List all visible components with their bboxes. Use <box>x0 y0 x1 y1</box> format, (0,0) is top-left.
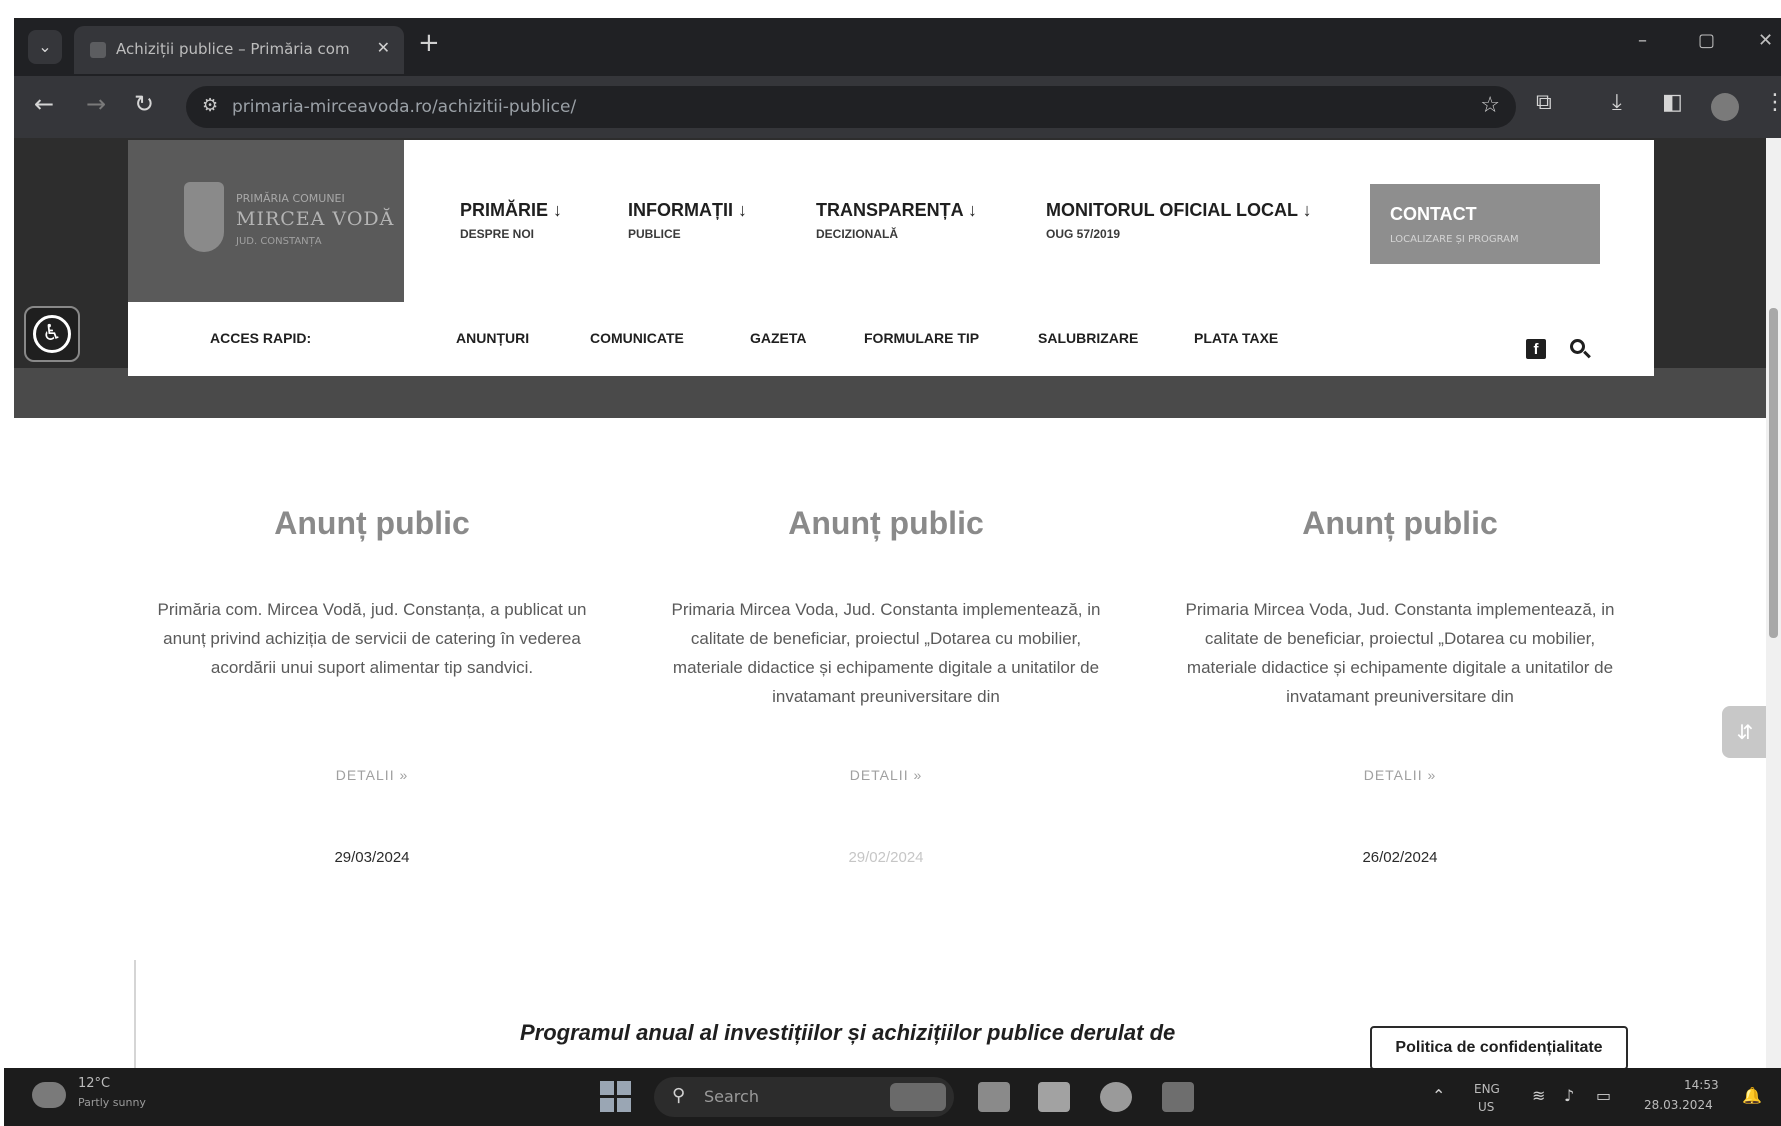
star-icon[interactable]: ☆ <box>1480 93 1500 118</box>
clock-time[interactable]: 14:53 <box>1684 1078 1719 1092</box>
new-tab-icon[interactable]: + <box>418 28 440 58</box>
contact-subtitle: LOCALIZARE ȘI PROGRAM <box>1390 234 1519 245</box>
start-windows-icon[interactable] <box>600 1081 632 1113</box>
floating-side-button[interactable]: ⇵ <box>1722 706 1768 758</box>
profile-avatar[interactable] <box>1711 93 1739 121</box>
contact-label: CONTACT <box>1390 204 1477 224</box>
quick-link-salubrizare[interactable]: SALUBRIZARE <box>1038 330 1138 346</box>
notification-bell-icon[interactable]: 🔔 <box>1742 1086 1762 1105</box>
privacy-policy-button[interactable]: Politica de confidențialitate <box>1370 1026 1628 1070</box>
battery-icon[interactable]: ▭ <box>1596 1086 1611 1105</box>
tab-close-icon[interactable]: ✕ <box>377 38 390 57</box>
app-icon[interactable] <box>1162 1082 1194 1112</box>
card-date: 29/02/2024 <box>848 849 924 866</box>
address-url[interactable]: primaria-mirceavoda.ro/achizitii-publice… <box>232 97 576 117</box>
menu-primarie[interactable]: PRIMĂRIE ↓ DESPRE NOI <box>460 200 562 241</box>
site-logo[interactable]: PRIMĂRIA COMUNEI MIRCEA VODĂ JUD. CONSTA… <box>128 140 404 302</box>
main-navigation: PRIMĂRIE ↓ DESPRE NOI INFORMAȚII ↓ PUBLI… <box>404 140 1654 302</box>
download-icon[interactable]: ⤓ <box>1612 90 1622 115</box>
menu-title: INFORMAȚII ↓ <box>628 200 747 220</box>
quick-access-label: ACCES RAPID: <box>210 330 312 346</box>
taskbar-search-box[interactable]: ⚲ Search <box>654 1077 954 1117</box>
taskview-icon[interactable] <box>978 1082 1010 1112</box>
facebook-icon[interactable]: f <box>1526 339 1546 359</box>
kebab-menu-icon[interactable]: ⋮ <box>1764 90 1781 115</box>
quick-link-comunicate[interactable]: COMUNICATE <box>590 330 684 346</box>
announcement-card: Anunț public Primăria com. Mircea Vodă, … <box>152 505 592 866</box>
quick-link-plata-taxe[interactable]: PLATA TAXE <box>1194 330 1278 346</box>
card-details-link[interactable]: DETALII » <box>152 767 592 783</box>
minimize-icon[interactable]: – <box>1638 30 1647 51</box>
forward-arrow-icon[interactable]: → <box>86 90 106 118</box>
card-excerpt: Primăria com. Mircea Vodă, jud. Constanț… <box>157 600 587 677</box>
browser-tab-active[interactable]: Achiziții publice – Primăria com ✕ <box>74 26 404 74</box>
search-icon: ⚲ <box>672 1085 686 1106</box>
quick-link-anunturi[interactable]: ANUNȚURI <box>456 330 529 346</box>
browser-tab-bar: ⌄ Achiziții publice – Primăria com ✕ + –… <box>14 18 1781 76</box>
extensions-icon[interactable]: ⧉ <box>1536 90 1552 115</box>
accessibility-icon: ♿ <box>33 315 71 353</box>
card-title[interactable]: Anunț public <box>152 505 592 565</box>
logo-line-1: PRIMĂRIA COMUNEI <box>236 192 345 205</box>
divider <box>134 960 136 1068</box>
side-panel-icon[interactable]: ◧ <box>1662 90 1683 115</box>
card-title[interactable]: Anunț public <box>1180 505 1620 565</box>
menu-title: PRIMĂRIE ↓ <box>460 200 563 220</box>
back-arrow-icon[interactable]: ← <box>34 90 54 118</box>
card-date: 29/03/2024 <box>334 849 410 866</box>
tab-title: Achiziții publice – Primăria com <box>116 40 350 58</box>
clock-date[interactable]: 28.03.2024 <box>1644 1098 1713 1112</box>
announcement-card: Anunț public Primaria Mircea Voda, Jud. … <box>1180 505 1620 866</box>
address-bar[interactable]: ⚙ primaria-mirceavoda.ro/achizitii-publi… <box>186 86 1516 128</box>
tray-chevron-icon[interactable]: ⌃ <box>1432 1086 1445 1105</box>
quick-access-bar: ACCES RAPID: ANUNȚURI COMUNICATE GAZETA … <box>128 302 1654 376</box>
wifi-icon[interactable]: ≋ <box>1532 1086 1545 1105</box>
language-indicator[interactable]: ENG <box>1474 1082 1500 1096</box>
logo-line-3: JUD. CONSTANȚA <box>236 236 322 247</box>
maximize-icon[interactable]: ▢ <box>1698 30 1715 51</box>
windows-taskbar: 12°C Partly sunny ⚲ Search ⌃ ENG US ≋ ♪ … <box>4 1068 1781 1126</box>
tab-favicon-icon <box>90 42 106 58</box>
menu-transparenta[interactable]: TRANSPARENȚA ↓ DECIZIONALĂ <box>816 200 977 241</box>
language-region[interactable]: US <box>1478 1100 1494 1114</box>
card-date: 26/02/2024 <box>1362 849 1438 866</box>
quick-link-formulare-tip[interactable]: FORMULARE TIP <box>864 330 979 346</box>
chrome-icon[interactable] <box>1100 1082 1132 1112</box>
taskbar-search-placeholder: Search <box>704 1087 759 1106</box>
menu-subtitle: DESPRE NOI <box>460 227 535 241</box>
speaker-icon[interactable]: ♪ <box>1564 1086 1574 1105</box>
search-highlight-icon <box>890 1083 946 1111</box>
program-heading: Programul anual al investițiilor și achi… <box>520 1020 1176 1045</box>
browser-toolbar: ← → ↻ ⚙ primaria-mirceavoda.ro/achizitii… <box>14 76 1781 138</box>
accessibility-button[interactable]: ♿ <box>24 306 80 362</box>
site-info-icon[interactable]: ⚙ <box>202 95 218 116</box>
tab-search-icon[interactable]: ⌄ <box>28 30 62 64</box>
menu-monitorul-oficial[interactable]: MONITORUL OFICIAL LOCAL ↓ OUG 57/2019 <box>1046 200 1312 241</box>
weather-cloud-icon[interactable] <box>32 1082 66 1108</box>
menu-title: MONITORUL OFICIAL LOCAL ↓ <box>1046 200 1312 220</box>
weather-temperature[interactable]: 12°C <box>78 1076 110 1091</box>
card-excerpt: Primaria Mircea Voda, Jud. Constanta imp… <box>1185 600 1615 706</box>
announcement-card: Anunț public Primaria Mircea Voda, Jud. … <box>666 505 1106 866</box>
menu-informatii[interactable]: INFORMAȚII ↓ PUBLICE <box>628 200 747 241</box>
card-excerpt: Primaria Mircea Voda, Jud. Constanta imp… <box>671 600 1101 706</box>
menu-title: TRANSPARENȚA ↓ <box>816 200 977 220</box>
menu-subtitle: DECIZIONALĂ <box>816 227 898 241</box>
card-details-link[interactable]: DETALII » <box>666 767 1106 783</box>
card-title[interactable]: Anunț public <box>666 505 1106 565</box>
card-details-link[interactable]: DETALII » <box>1180 767 1620 783</box>
menu-subtitle: OUG 57/2019 <box>1046 227 1121 241</box>
close-window-icon[interactable]: ✕ <box>1758 30 1773 51</box>
weather-description[interactable]: Partly sunny <box>78 1096 146 1109</box>
reload-icon[interactable]: ↻ <box>134 90 154 118</box>
quick-link-gazeta[interactable]: GAZETA <box>750 330 807 346</box>
scrollbar-thumb[interactable] <box>1769 308 1778 638</box>
contact-button[interactable]: CONTACT LOCALIZARE ȘI PROGRAM <box>1370 184 1600 264</box>
page-scrollbar[interactable] <box>1766 138 1781 1068</box>
logo-line-2: MIRCEA VODĂ <box>236 208 395 230</box>
coat-of-arms-icon <box>184 182 224 252</box>
file-explorer-icon[interactable] <box>1038 1082 1070 1112</box>
menu-subtitle: PUBLICE <box>628 227 681 241</box>
